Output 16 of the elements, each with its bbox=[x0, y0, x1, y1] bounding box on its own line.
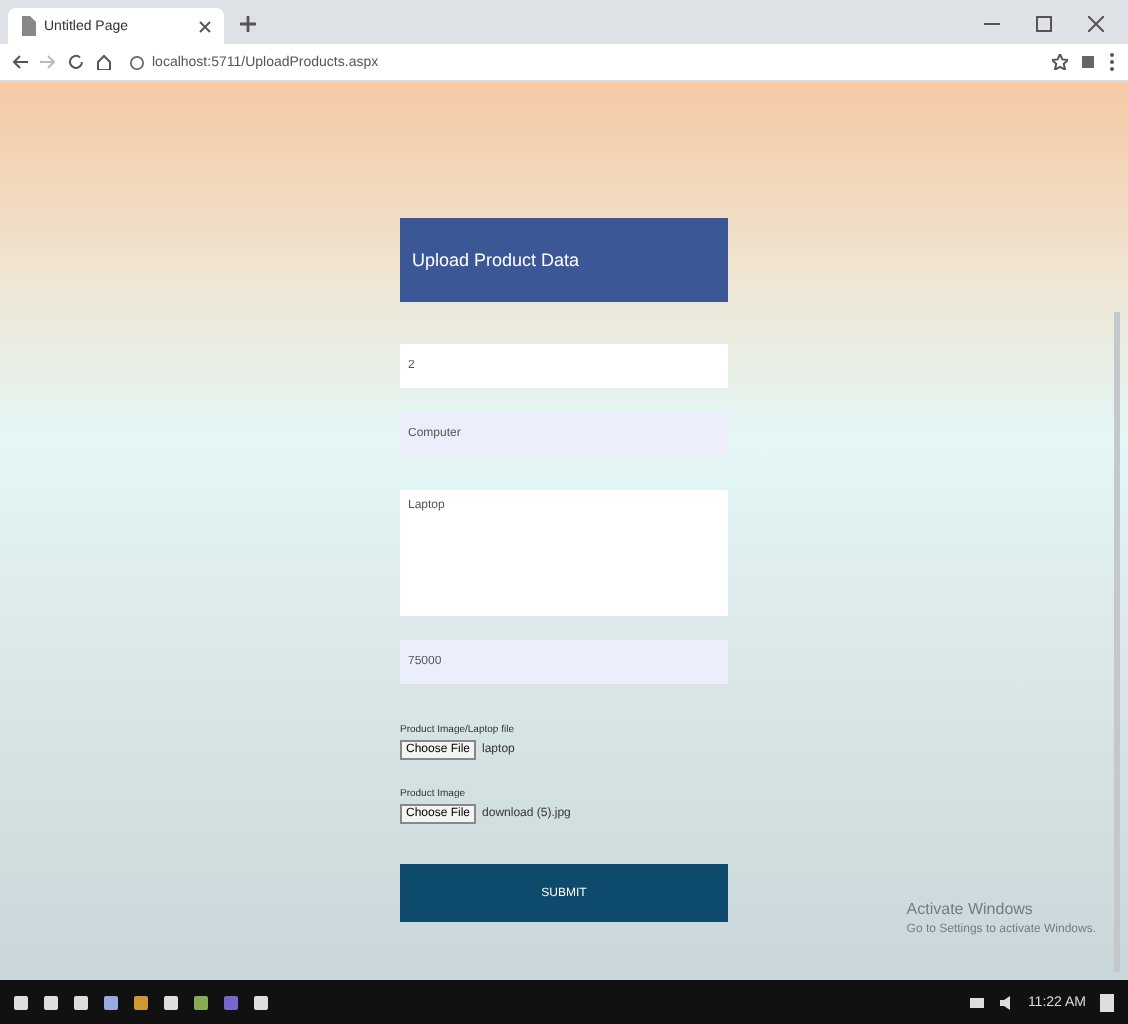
page-icon bbox=[20, 16, 36, 36]
close-icon[interactable] bbox=[198, 19, 212, 33]
menu-icon[interactable] bbox=[1108, 52, 1116, 72]
activation-title: Activate Windows bbox=[906, 900, 1035, 918]
form-header: Upload Product Data bbox=[400, 218, 728, 302]
extension-icon[interactable] bbox=[1080, 54, 1096, 70]
maximize-icon[interactable] bbox=[1036, 16, 1052, 32]
close-icon[interactable] bbox=[1088, 16, 1104, 32]
home-icon[interactable] bbox=[96, 54, 112, 70]
scrollbar[interactable] bbox=[1114, 312, 1120, 972]
star-icon[interactable] bbox=[1052, 54, 1068, 70]
speaker-icon[interactable] bbox=[997, 993, 1016, 1011]
info-icon[interactable] bbox=[130, 55, 144, 69]
reload-icon[interactable] bbox=[68, 54, 84, 70]
back-icon[interactable] bbox=[12, 54, 28, 70]
new-tab-icon[interactable] bbox=[240, 16, 256, 32]
